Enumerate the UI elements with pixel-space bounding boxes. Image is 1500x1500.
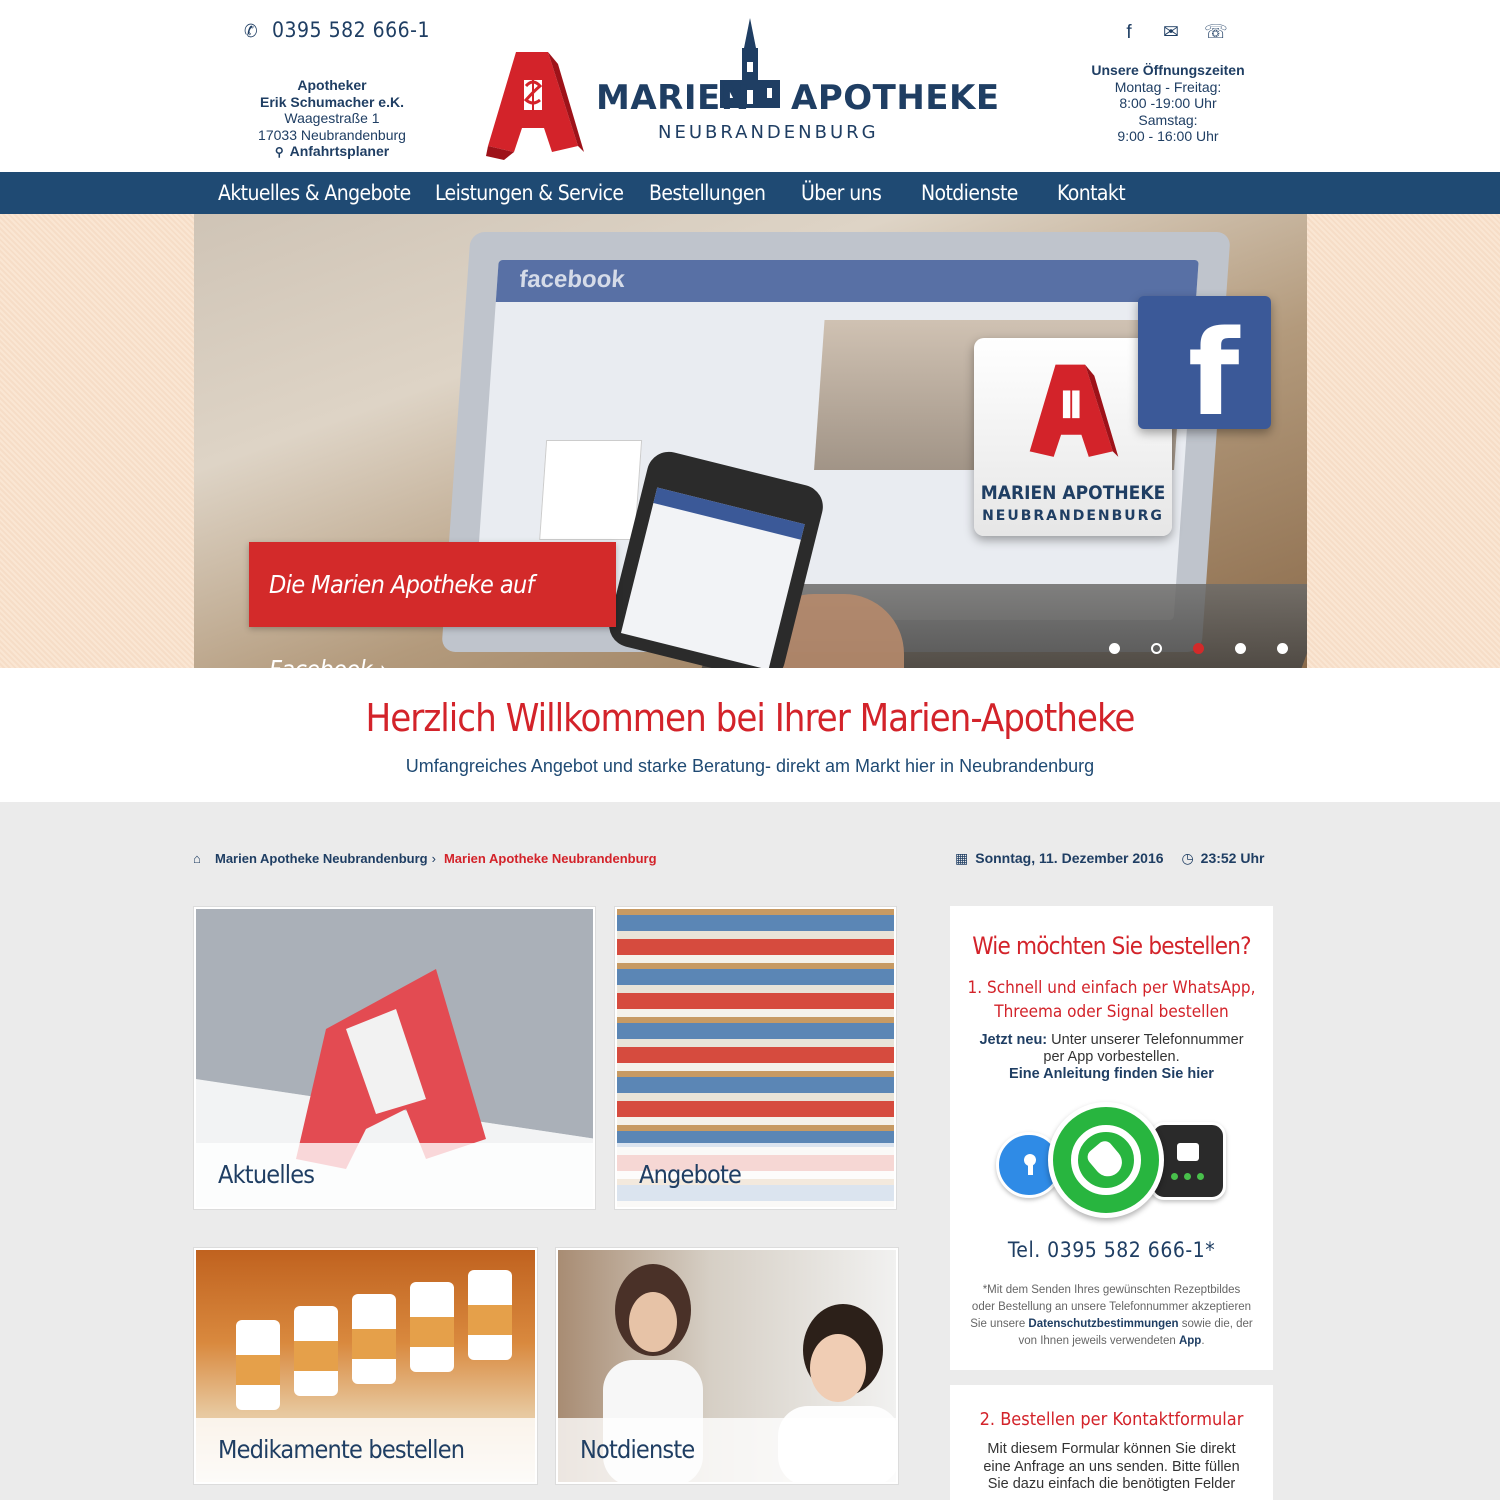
pharmacy-address: Apotheker Erik Schumacher e.K. Waagestra… xyxy=(232,77,432,161)
apotheke-a-icon xyxy=(1029,364,1119,457)
calendar-icon: ▦ xyxy=(955,850,969,866)
screen-logo xyxy=(539,440,643,540)
hours-line-4: 9:00 - 16:00 Uhr xyxy=(1117,128,1219,144)
address-line-2: Erik Schumacher e.K. xyxy=(260,93,404,110)
hours-line-2: 8:00 -19:00 Uhr xyxy=(1119,95,1217,111)
order-phone-number[interactable]: Tel. 0395 582 666-1* xyxy=(950,1238,1273,1262)
nav-item-kontakt[interactable]: Kontakt xyxy=(1057,172,1126,214)
facebook-icon[interactable]: f xyxy=(1118,22,1140,44)
tile-angebote-label: Angebote xyxy=(617,1143,894,1207)
logo-subtitle: NEUBRANDENBURG xyxy=(658,122,879,143)
order-privacy-note: *Mit dem Senden Ihres gewünschten Rezept… xyxy=(970,1282,1253,1350)
route-planner-link[interactable]: ⚲ Anfahrtsplaner xyxy=(232,143,432,161)
contact-box-text: Mit diesem Formular können Sie direkt ei… xyxy=(983,1441,1240,1492)
logo-word-apotheke: APOTHEKE xyxy=(791,78,1000,118)
hours-line-3: Samstag: xyxy=(1138,111,1198,128)
current-date: Sonntag, 11. Dezember 2016 xyxy=(975,850,1164,866)
facebook-cta-button[interactable]: Die Marien Apotheke auf Facebook › xyxy=(249,542,616,668)
slider-dot-3[interactable] xyxy=(1193,643,1204,654)
slider-dot-1[interactable] xyxy=(1109,643,1120,654)
hero-slider[interactable]: facebook MARIEN APOTHEKE NEUBRANDENBURG … xyxy=(194,214,1307,668)
site-logo[interactable]: MARIEN APOTHEKE NEUBRANDENBURG xyxy=(486,18,999,160)
whatsapp-icon[interactable]: ☏ xyxy=(1204,22,1228,44)
clock-icon: ◷ xyxy=(1181,850,1194,866)
site-header: ✆ 0395 582 666-1 Apotheker Erik Schumache… xyxy=(0,0,1500,172)
mail-icon[interactable]: ✉ xyxy=(1160,22,1182,44)
nav-item-aktuelles-angebote[interactable]: Aktuelles & Angebote xyxy=(218,172,411,214)
order-new-label: Jetzt neu: xyxy=(979,1032,1048,1048)
tile-angebote[interactable]: Angebote xyxy=(615,907,896,1209)
slider-dot-4[interactable] xyxy=(1235,643,1246,654)
screen-facebook-title: facebook xyxy=(518,266,626,293)
order-step-1: 1. Schnell und einfach per WhatsApp, Thr… xyxy=(967,978,1256,1022)
tile-notdienste[interactable]: Notdienste xyxy=(556,1248,898,1484)
app-tile-title: MARIEN APOTHEKE xyxy=(980,482,1166,504)
facebook-logo-tile: f xyxy=(1138,296,1271,442)
order-options-box: Wie möchten Sie bestellen? 1. Schnell un… xyxy=(950,906,1273,1370)
contact-form-box: 2. Bestellen per Kontaktformular Mit die… xyxy=(950,1385,1273,1500)
facebook-f-icon: f xyxy=(1188,304,1240,442)
welcome-section: Herzlich Willkommen bei Ihrer Marien-Apo… xyxy=(0,668,1500,802)
main-nav: Aktuelles & Angebote Leistungen & Servic… xyxy=(0,172,1500,214)
app-link[interactable]: App xyxy=(1179,1335,1201,1347)
breadcrumb-home-link[interactable]: Marien Apotheke Neubrandenburg xyxy=(215,851,428,866)
whatsapp-app-icon xyxy=(1048,1102,1164,1218)
header-phone[interactable]: ✆ 0395 582 666-1 xyxy=(244,18,430,42)
nav-item-bestellungen[interactable]: Bestellungen xyxy=(649,172,766,214)
tile-notdienste-label: Notdienste xyxy=(558,1418,896,1482)
welcome-title: Herzlich Willkommen bei Ihrer Marien-Apo… xyxy=(365,696,1136,740)
breadcrumb-separator: › xyxy=(431,851,436,866)
order-guide-link[interactable]: Eine Anleitung finden Sie hier xyxy=(1009,1066,1214,1082)
tile-medikamente[interactable]: Medikamente bestellen xyxy=(194,1248,537,1484)
logo-word-marien: MARIEN xyxy=(596,78,750,118)
map-pin-icon: ⚲ xyxy=(274,145,284,159)
nav-item-notdienste[interactable]: Notdienste xyxy=(921,172,1018,214)
tile-aktuelles-label: Aktuelles xyxy=(196,1143,593,1207)
order-box-title: Wie möchten Sie bestellen? xyxy=(972,932,1251,960)
opening-hours: Unsere Öffnungszeiten Montag - Freitag: … xyxy=(1080,62,1256,145)
privacy-policy-link[interactable]: Datenschutzbestimmungen xyxy=(1028,1318,1178,1330)
slider-dot-5[interactable] xyxy=(1277,643,1288,654)
contact-box-title: 2. Bestellen per Kontaktformular xyxy=(979,1409,1244,1430)
phone-icon: ✆ xyxy=(244,21,259,42)
route-planner-label: Anfahrtsplaner xyxy=(289,143,390,159)
order-new-text: Unter unserer Telefonnummer per App vorb… xyxy=(1043,1032,1244,1065)
date-time-bar: ▦ Sonntag, 11. Dezember 2016 ◷ 23:52 Uhr xyxy=(955,850,1264,867)
welcome-subtitle: Umfangreiches Angebot und starke Beratun… xyxy=(405,756,1095,776)
breadcrumb-current: Marien Apotheke Neubrandenburg xyxy=(443,851,657,866)
home-icon[interactable]: ⌂ xyxy=(193,851,209,866)
apotheke-a-icon xyxy=(486,52,584,160)
app-tile-subtitle: NEUBRANDENBURG xyxy=(982,508,1164,524)
order-app-info: Jetzt neu: Unter unserer Telefonnummer p… xyxy=(968,1032,1255,1083)
order-note-part-3: . xyxy=(1201,1335,1205,1347)
hours-line-1: Montag - Freitag: xyxy=(1114,78,1222,95)
header-phone-number: 0395 582 666-1 xyxy=(272,18,431,42)
opening-hours-title: Unsere Öffnungszeiten xyxy=(1091,62,1245,78)
messenger-apps xyxy=(990,1102,1230,1228)
address-line-1: Apotheker xyxy=(297,77,367,93)
social-links: f ✉ ☏ xyxy=(1116,22,1236,46)
tile-aktuelles[interactable]: Aktuelles xyxy=(194,907,595,1209)
tile-medikamente-label: Medikamente bestellen xyxy=(196,1418,535,1482)
current-time: 23:52 Uhr xyxy=(1200,850,1265,866)
nav-item-ueber-uns[interactable]: Über uns xyxy=(801,172,882,214)
address-line-4: 17033 Neubrandenburg xyxy=(258,126,406,143)
address-line-3: Waagestraße 1 xyxy=(284,110,380,126)
slider-dot-2[interactable] xyxy=(1151,643,1162,654)
breadcrumb: ⌂ Marien Apotheke Neubrandenburg › Marien A… xyxy=(193,851,657,866)
nav-item-leistungen-service[interactable]: Leistungen & Service xyxy=(435,172,624,214)
